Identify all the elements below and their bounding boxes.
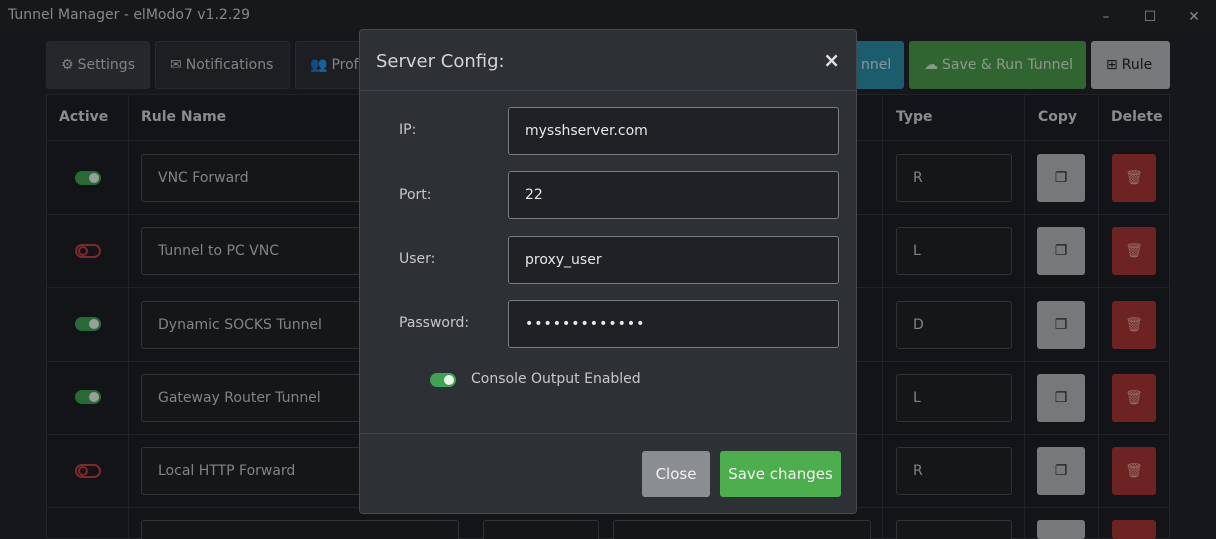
save-changes-button[interactable]: Save changes xyxy=(720,451,841,497)
divider xyxy=(360,90,856,91)
ip-label: IP: xyxy=(399,122,417,138)
dialog-title: Server Config: xyxy=(376,51,505,72)
user-input[interactable]: proxy_user xyxy=(508,236,839,284)
app-window: Tunnel Manager - elModo7 v1.2.29 – ☐ ✕ ⚙… xyxy=(0,0,1216,539)
server-config-dialog: Server Config: × IP: mysshserver.com Por… xyxy=(359,29,857,514)
user-label: User: xyxy=(399,251,436,267)
console-output-label: Console Output Enabled xyxy=(471,371,641,387)
ip-input[interactable]: mysshserver.com xyxy=(508,107,839,155)
console-output-toggle[interactable] xyxy=(430,373,456,387)
close-button[interactable]: Close xyxy=(642,451,710,497)
close-icon[interactable]: × xyxy=(823,48,840,72)
password-input[interactable]: ••••••••••••• xyxy=(508,300,839,348)
password-label: Password: xyxy=(399,315,470,331)
divider xyxy=(360,433,856,434)
port-label: Port: xyxy=(399,187,432,203)
port-input[interactable]: 22 xyxy=(508,171,839,219)
